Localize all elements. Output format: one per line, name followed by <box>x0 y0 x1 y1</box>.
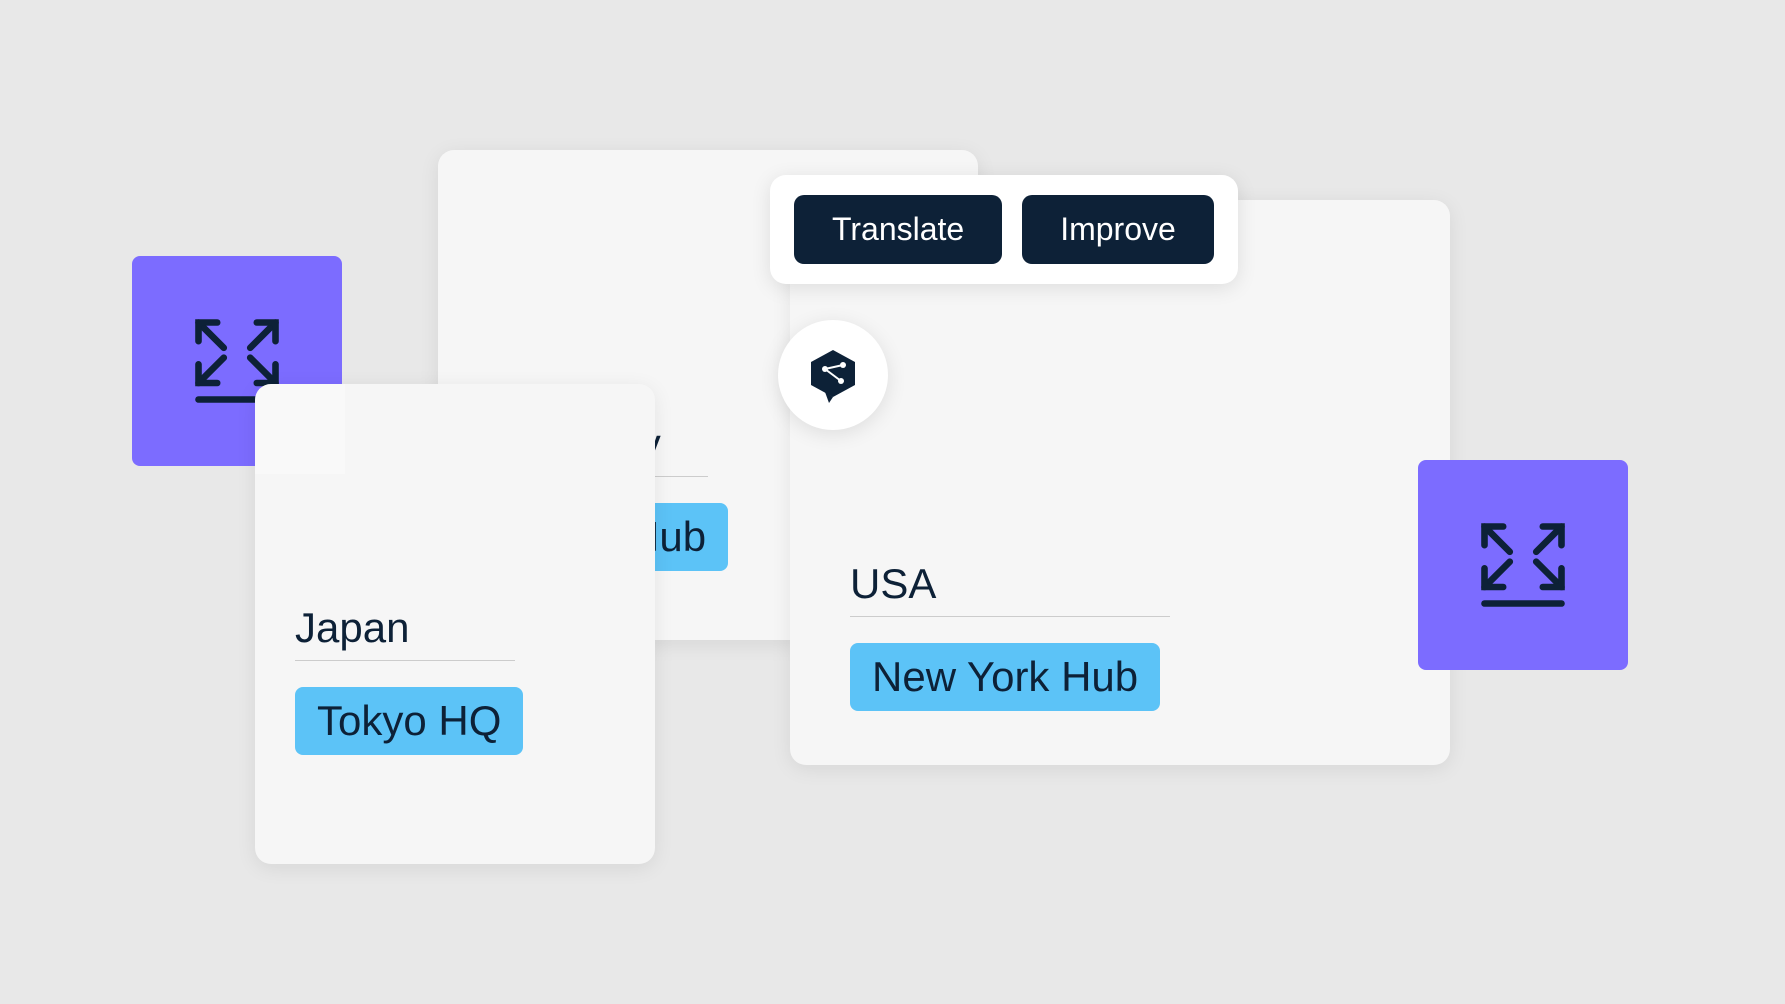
country-label: Japan <box>295 604 515 661</box>
translate-bubble[interactable] <box>778 320 888 430</box>
translate-button[interactable]: Translate <box>794 195 1002 264</box>
canvas: Germany Berlin Hub Japan Tokyo HQ USA Ne… <box>0 0 1785 1004</box>
hub-tag[interactable]: New York Hub <box>850 643 1160 711</box>
expand-icon <box>1468 510 1578 620</box>
expand-decoration-right <box>1418 460 1628 670</box>
location-card-usa: USA New York Hub <box>790 200 1450 765</box>
country-label: USA <box>850 560 1170 617</box>
hex-speech-icon <box>803 345 863 405</box>
improve-button[interactable]: Improve <box>1022 195 1214 264</box>
card-overlap-highlight <box>255 384 345 474</box>
hub-tag[interactable]: Tokyo HQ <box>295 687 523 755</box>
ai-toolbar: Translate Improve <box>770 175 1238 284</box>
